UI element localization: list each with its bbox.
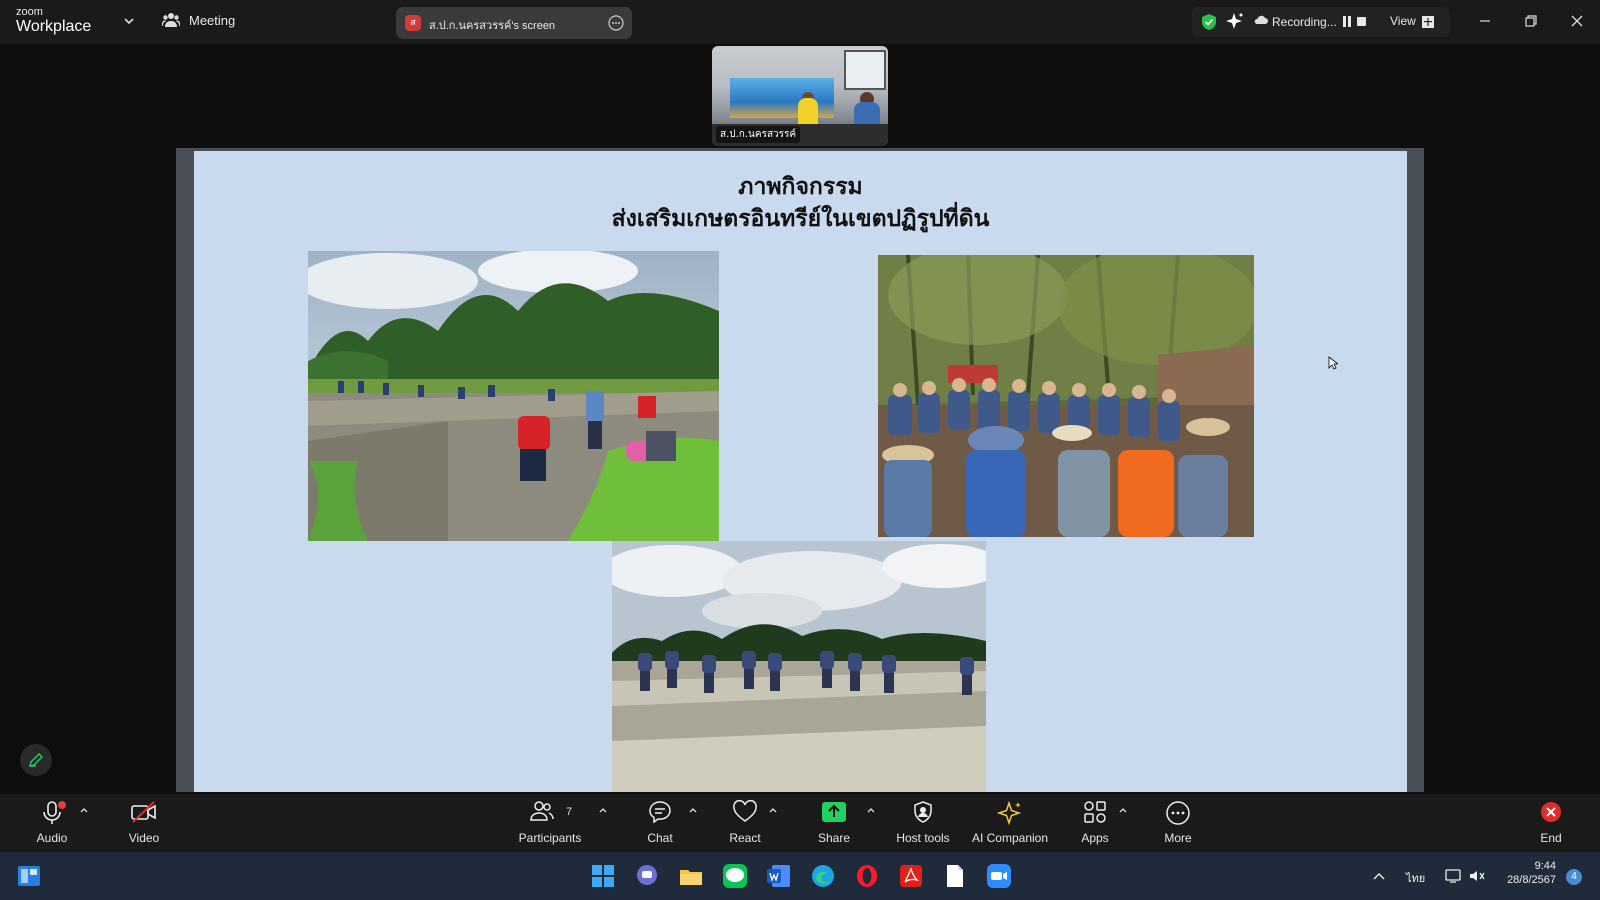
clock-time: 9:44 xyxy=(1534,860,1556,872)
file-explorer-icon[interactable] xyxy=(678,863,704,889)
chat-label: Chat xyxy=(647,831,673,845)
video-poster xyxy=(730,78,834,118)
slide-title-line1: ภาพกิจกรรม xyxy=(738,173,863,200)
speaker-muted-icon[interactable] xyxy=(1468,868,1486,884)
host-shield-icon xyxy=(914,801,932,823)
share-screen-icon xyxy=(822,802,846,822)
more-options-icon[interactable] xyxy=(608,15,624,31)
cloud-recording-icon xyxy=(1254,15,1268,24)
notification-badge[interactable]: 4 xyxy=(1566,869,1582,885)
react-button[interactable]: React xyxy=(720,794,770,852)
share-label: Share xyxy=(817,831,851,845)
clock[interactable]: 9:44 28/8/2567 xyxy=(1500,860,1556,886)
line-app-icon[interactable] xyxy=(722,863,748,889)
stop-recording-icon[interactable] xyxy=(1357,17,1366,26)
ai-sparkle-icon[interactable] xyxy=(1226,12,1244,30)
opera-browser-icon[interactable] xyxy=(854,863,880,889)
ai-companion-label: AI Companion xyxy=(971,831,1049,845)
view-grid-icon[interactable] xyxy=(1422,16,1434,28)
widgets-icon[interactable] xyxy=(16,863,42,889)
meeting-toolbar: Audio Video 7 Participants Chat React Sh… xyxy=(0,794,1600,852)
chat-options-caret-icon[interactable] xyxy=(688,806,698,814)
participant-name-label: ส.ป.ก.นครสวรรค์ xyxy=(716,126,801,143)
end-meeting-button[interactable]: End xyxy=(1528,794,1574,852)
apps-label: Apps xyxy=(1081,831,1109,845)
ai-companion-sparkle-icon xyxy=(997,800,1022,826)
participants-options-caret-icon[interactable] xyxy=(598,806,608,814)
share-options-caret-icon[interactable] xyxy=(866,806,876,814)
pencil-icon xyxy=(29,753,43,767)
restore-icon[interactable] xyxy=(1522,12,1540,30)
zoom-workplace-logo: zoom Workplace xyxy=(16,7,91,35)
sharer-avatar: ส xyxy=(405,15,421,31)
input-language[interactable]: ไทย xyxy=(1406,869,1425,887)
host-tools-label: Host tools xyxy=(896,831,950,845)
logo-top-text: zoom xyxy=(16,6,43,18)
meeting-label: Meeting xyxy=(189,12,236,28)
acrobat-icon[interactable] xyxy=(898,863,924,889)
people-icon xyxy=(162,13,180,27)
clock-date: 28/8/2567 xyxy=(1507,874,1556,886)
screen-share-indicator[interactable]: ส ส.ป.ก.นครสวรรค์'s screen xyxy=(396,7,632,39)
top-bar: zoom Workplace Meeting ส ส.ป.ก.นครสวรรค์… xyxy=(0,0,1600,44)
close-icon[interactable] xyxy=(1568,12,1586,30)
word-icon[interactable] xyxy=(766,863,792,889)
heart-icon xyxy=(733,800,757,822)
presentation-slide: ภาพกิจกรรม ส่งเสริมเกษตรอินทรีย์ในเขตปฏิ… xyxy=(194,151,1407,792)
photo-group-meeting xyxy=(878,255,1254,537)
participant-video-tile[interactable]: ส.ป.ก.นครสวรรค์ xyxy=(712,46,888,146)
logo-bottom-text: Workplace xyxy=(16,18,92,35)
host-tools-button[interactable]: Host tools xyxy=(890,794,956,852)
meeting-menu[interactable]: Meeting xyxy=(162,12,235,28)
participants-label: Participants xyxy=(518,831,582,845)
end-x-icon xyxy=(1541,802,1561,822)
video-window xyxy=(844,50,886,90)
teams-chat-icon[interactable] xyxy=(634,863,660,889)
ai-companion-button[interactable]: AI Companion xyxy=(966,794,1054,852)
chevron-up-icon[interactable] xyxy=(1372,870,1386,882)
edge-browser-icon[interactable] xyxy=(810,863,836,889)
zoom-app-icon[interactable] xyxy=(986,863,1012,889)
participants-icon xyxy=(530,801,554,821)
react-label: React xyxy=(729,831,761,845)
annotate-button[interactable] xyxy=(20,744,52,776)
network-icon[interactable] xyxy=(1444,868,1462,884)
chat-button[interactable]: Chat xyxy=(636,794,684,852)
notepad-file-icon[interactable] xyxy=(942,863,968,889)
view-button[interactable]: View xyxy=(1390,14,1416,28)
video-label: Video xyxy=(128,831,160,845)
participants-button[interactable]: 7 Participants xyxy=(512,794,588,852)
video-off-icon xyxy=(131,801,156,823)
chevron-down-icon[interactable] xyxy=(120,12,138,30)
react-options-caret-icon[interactable] xyxy=(768,806,778,814)
apps-button[interactable]: Apps xyxy=(1074,794,1116,852)
more-label: More xyxy=(1164,831,1192,845)
windows-taskbar: ไทย 9:44 28/8/2567 4 xyxy=(0,852,1600,900)
share-button[interactable]: Share xyxy=(808,794,860,852)
screen-share-title: ส.ป.ก.นครสวรรค์'s screen xyxy=(429,20,556,32)
pause-recording-icon[interactable] xyxy=(1342,16,1352,27)
end-label: End xyxy=(1540,831,1562,845)
status-group: Recording... View xyxy=(1192,7,1450,37)
apps-options-caret-icon[interactable] xyxy=(1118,806,1128,814)
participants-count: 7 xyxy=(566,806,573,818)
more-button[interactable]: More xyxy=(1156,794,1200,852)
audio-button[interactable]: Audio xyxy=(26,794,78,852)
recording-status: Recording... xyxy=(1272,15,1337,29)
security-shield-icon[interactable] xyxy=(1200,13,1218,31)
windows-start-icon[interactable] xyxy=(590,863,616,889)
audio-alert-badge xyxy=(58,801,66,809)
video-button[interactable]: Video xyxy=(118,794,170,852)
chat-icon xyxy=(649,801,671,824)
audio-options-caret-icon[interactable] xyxy=(79,806,89,814)
photo-rice-planting xyxy=(308,251,719,541)
slide-title-line2: ส่งเสริมเกษตรอินทรีย์ในเขตปฏิรูปที่ดิน xyxy=(611,205,990,232)
apps-icon xyxy=(1084,801,1106,823)
minimize-icon[interactable] xyxy=(1476,12,1494,30)
mouse-cursor-icon xyxy=(1328,356,1338,370)
more-dots-icon xyxy=(1166,801,1190,825)
audio-label: Audio xyxy=(36,831,68,845)
photo-flooded-field xyxy=(612,541,986,792)
